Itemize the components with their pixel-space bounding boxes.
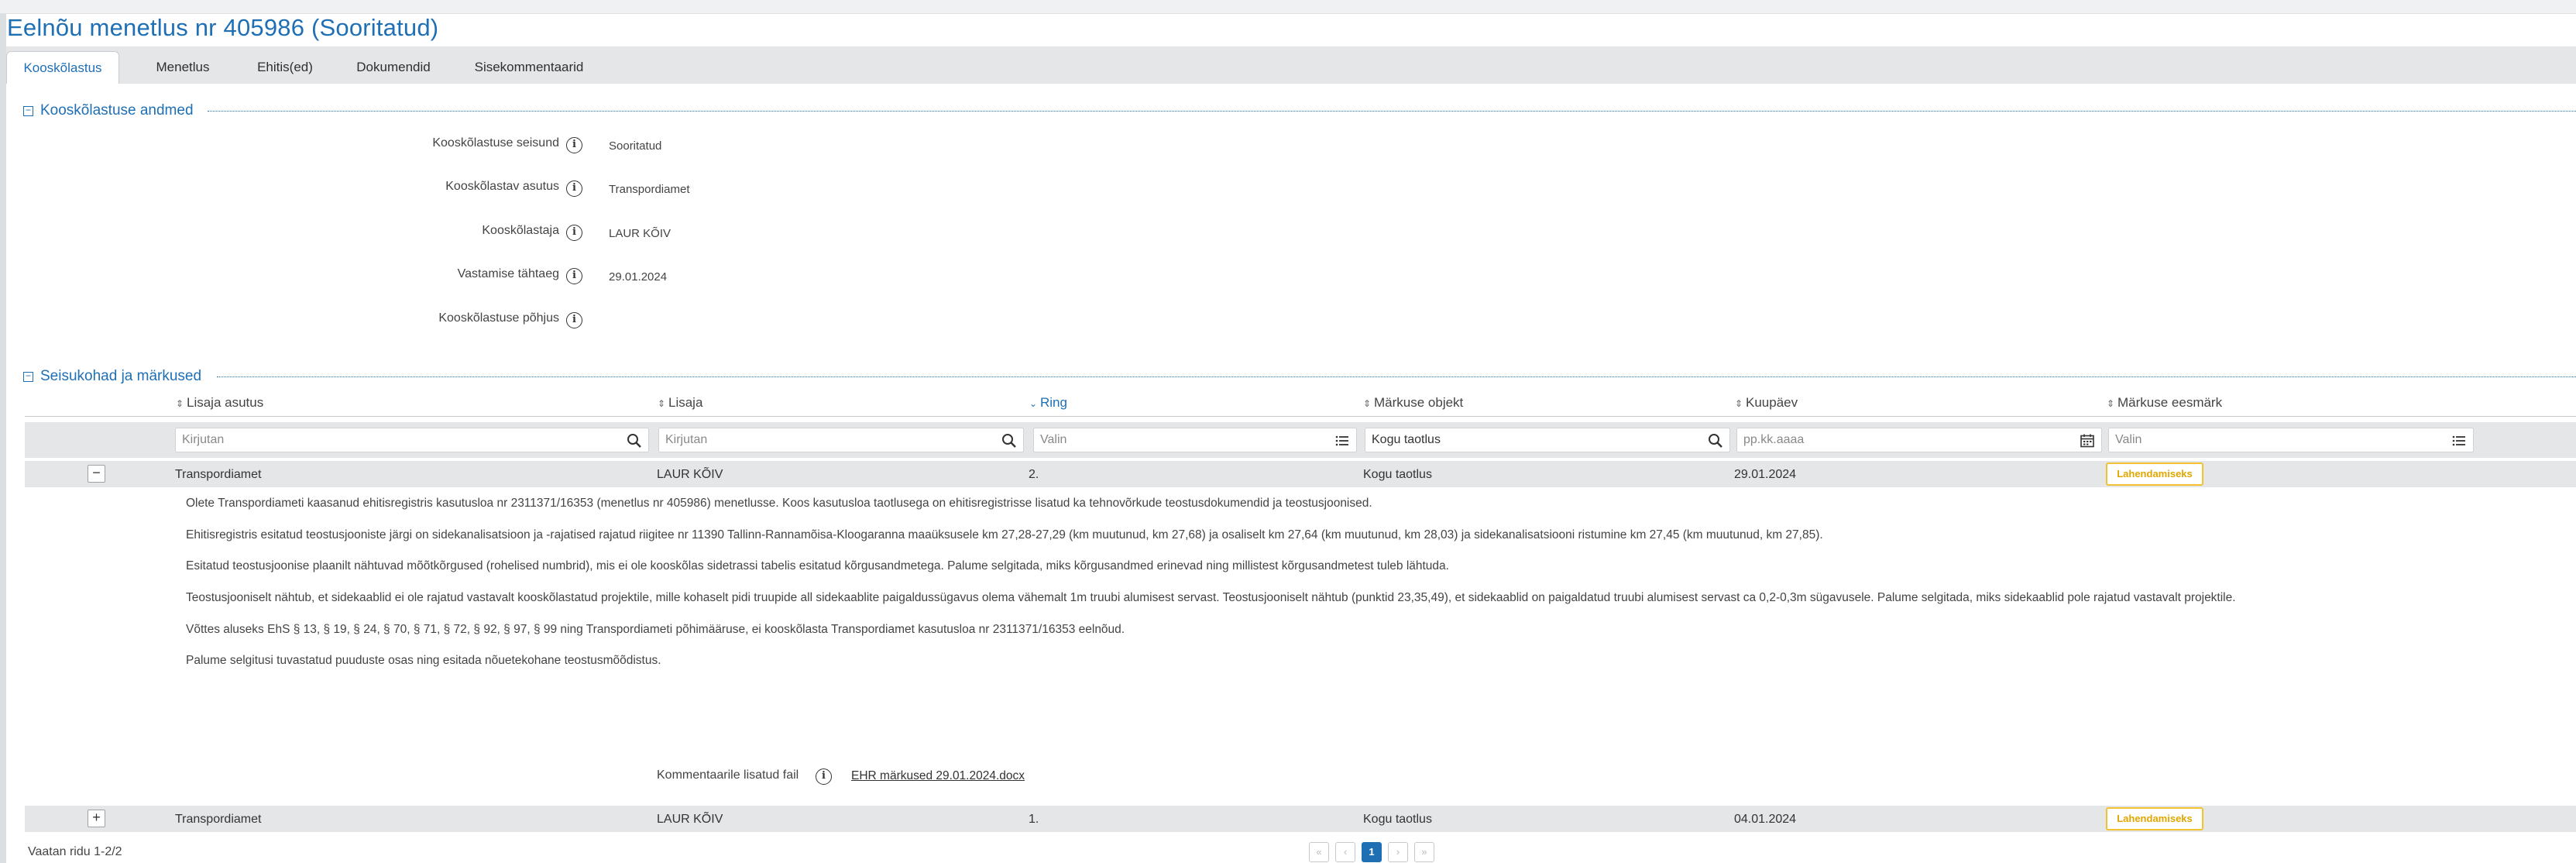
search-icon[interactable] xyxy=(1708,433,1723,449)
info-icon[interactable]: i xyxy=(566,225,582,241)
filter-ring[interactable] xyxy=(1033,428,1357,452)
header-divider xyxy=(25,416,2576,417)
search-icon[interactable] xyxy=(1001,433,1017,449)
field-value-seisund: Sooritatud xyxy=(609,139,662,153)
comment-paragraph: Esitatud teostusjoonise plaanilt nähtuva… xyxy=(186,559,1449,572)
page-title: Eelnõu menetlus nr 405986 (Sooritatud) xyxy=(7,14,439,41)
cell-kuupaev: 29.01.2024 xyxy=(1734,468,1797,481)
comment-paragraph: Ehitisregistris esitatud teostusjooniste… xyxy=(186,528,1823,542)
field-value-kooskolastaja: LAUR KÕIV xyxy=(609,227,671,240)
filter-input[interactable] xyxy=(1737,428,2070,452)
field-label-tahtaeg: Vastamise tähtaeg xyxy=(457,267,559,280)
info-icon[interactable]: i xyxy=(566,312,582,328)
comment-paragraph: Teostusjooniselt nähtub, et sidekaablid … xyxy=(186,591,2236,604)
filter-input[interactable] xyxy=(176,428,617,452)
cell-markuse-objekt: Kogu taotlus xyxy=(1363,468,1432,481)
section-title: Kooskõlastuse andmed xyxy=(40,102,194,119)
collapse-icon[interactable]: − xyxy=(23,105,33,116)
tab-sisekommentaarid[interactable]: Sisekommentaarid xyxy=(463,51,595,84)
field-value-asutus: Transpordiamet xyxy=(609,183,690,196)
tab-menetlus[interactable]: Menetlus xyxy=(138,51,228,84)
column-header-ring[interactable]: ⌄ Ring xyxy=(1029,395,1067,411)
field-label-pohjus: Kooskõlastuse põhjus xyxy=(438,311,559,325)
sort-icon: ⇕ xyxy=(1734,398,1743,409)
cell-lisaja-asutus: Transpordiamet xyxy=(175,468,262,481)
field-label-kooskolastaja: Kooskõlastaja xyxy=(482,224,559,237)
tab-dokumendid[interactable]: Dokumendid xyxy=(339,51,448,84)
info-icon[interactable]: i xyxy=(566,268,582,284)
top-strip xyxy=(0,0,2576,14)
section-kooskolastuse-andmed-header[interactable]: − Kooskõlastuse andmed xyxy=(23,101,194,120)
status-badge: Lahendamiseks xyxy=(2106,807,2203,830)
pager-next-button[interactable]: › xyxy=(1388,842,1408,862)
column-header-markuse-objekt[interactable]: ⇕ Märkuse objekt xyxy=(1362,395,1463,411)
cell-markuse-objekt: Kogu taotlus xyxy=(1363,813,1432,826)
column-label: Märkuse objekt xyxy=(1374,395,1464,410)
sort-icon: ⇕ xyxy=(1362,398,1372,409)
filter-kuupaev[interactable] xyxy=(1736,428,2102,452)
sort-desc-icon: ⌄ xyxy=(1029,398,1038,409)
field-label-asutus: Kooskõlastav asutus xyxy=(445,180,559,193)
column-label: Ring xyxy=(1040,395,1067,410)
row-count-summary: Vaatan ridu 1-2/2 xyxy=(28,845,122,858)
sort-icon: ⇕ xyxy=(175,398,184,409)
tab-bar: Kooskõlastus Menetlus Ehitis(ed) Dokumen… xyxy=(6,46,2576,84)
comment-paragraph: Olete Transpordiameti kaasanud ehitisreg… xyxy=(186,497,1372,510)
pager-last-button[interactable]: » xyxy=(1414,842,1434,862)
filter-input[interactable] xyxy=(659,428,992,452)
tab-kooskolastus[interactable]: Kooskõlastus xyxy=(6,51,119,84)
filter-input[interactable] xyxy=(1034,428,1325,452)
cell-ring: 1. xyxy=(1029,813,1039,826)
filter-lisaja-asutus[interactable] xyxy=(175,428,649,452)
column-header-kuupaev[interactable]: ⇕ Kuupäev xyxy=(1734,395,1798,411)
pager-prev-button[interactable]: ‹ xyxy=(1335,842,1355,862)
column-header-lisaja[interactable]: ⇕ Lisaja xyxy=(657,395,702,411)
column-label: Lisaja asutus xyxy=(187,395,264,410)
calendar-icon[interactable] xyxy=(2080,433,2095,449)
field-value-tahtaeg: 29.01.2024 xyxy=(609,270,668,284)
filter-lisaja[interactable] xyxy=(658,428,1024,452)
cell-lisaja: LAUR KÕIV xyxy=(657,468,723,481)
cell-kuupaev: 04.01.2024 xyxy=(1734,813,1797,826)
pager-first-button[interactable]: « xyxy=(1309,842,1329,862)
column-header-lisaja-asutus[interactable]: ⇕ Lisaja asutus xyxy=(175,395,263,411)
collapse-icon[interactable]: − xyxy=(23,371,33,382)
left-edge-bar xyxy=(0,14,6,863)
info-icon[interactable]: i xyxy=(816,768,832,785)
tab-ehitised[interactable]: Ehitis(ed) xyxy=(239,51,331,84)
filter-input[interactable] xyxy=(1365,428,1698,452)
info-icon[interactable]: i xyxy=(566,181,582,197)
section-title: Seisukohad ja märkused xyxy=(40,368,202,384)
comment-paragraph: Võttes aluseks EhS § 13, § 19, § 24, § 7… xyxy=(186,623,1125,636)
column-label: Kuupäev xyxy=(1746,395,1798,410)
filter-row xyxy=(25,422,2576,458)
cell-lisaja: LAUR KÕIV xyxy=(657,813,723,826)
filter-input[interactable] xyxy=(2109,428,2442,452)
expand-row-button[interactable]: + xyxy=(88,810,105,827)
cell-ring: 2. xyxy=(1029,468,1039,481)
pager-page-button[interactable]: 1 xyxy=(1362,842,1382,862)
section-divider xyxy=(208,111,2576,112)
list-icon[interactable] xyxy=(1334,433,1350,449)
field-label-seisund: Kooskõlastuse seisund xyxy=(432,136,559,150)
collapse-row-button[interactable]: − xyxy=(88,465,105,483)
column-header-markuse-eesmark[interactable]: ⇕ Märkuse eesmärk xyxy=(2106,395,2222,411)
section-seisukohad-header[interactable]: − Seisukohad ja märkused xyxy=(23,367,201,386)
attachment-file-link[interactable]: EHR märkused 29.01.2024.docx xyxy=(851,769,1025,783)
status-badge: Lahendamiseks xyxy=(2106,462,2203,486)
search-icon[interactable] xyxy=(627,433,642,449)
cell-lisaja-asutus: Transpordiamet xyxy=(175,813,262,826)
filter-markuse-eesmark[interactable] xyxy=(2108,428,2474,452)
attachment-label: Kommentaarile lisatud fail xyxy=(657,768,799,782)
column-label: Lisaja xyxy=(668,395,703,410)
sort-icon: ⇕ xyxy=(657,398,666,409)
list-icon[interactable] xyxy=(2451,433,2467,449)
info-icon[interactable]: i xyxy=(566,137,582,153)
section-divider xyxy=(217,376,2576,377)
sort-icon: ⇕ xyxy=(2106,398,2115,409)
column-label: Märkuse eesmärk xyxy=(2117,395,2223,410)
comment-paragraph: Palume selgitusi tuvastatud puuduste osa… xyxy=(186,654,661,667)
filter-markuse-objekt[interactable] xyxy=(1365,428,1730,452)
